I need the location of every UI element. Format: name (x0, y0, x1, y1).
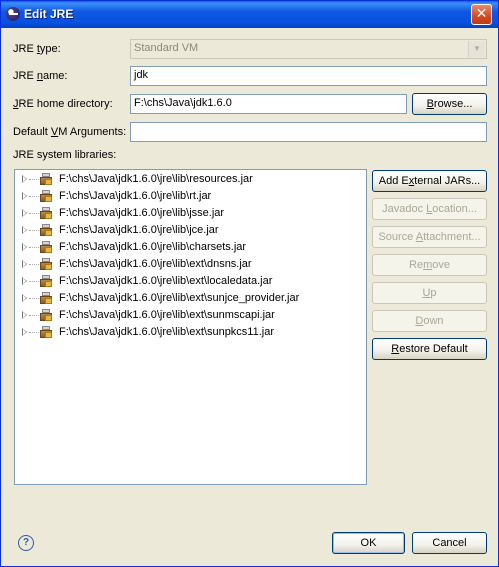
tree-connector (29, 230, 39, 231)
library-path: F:\chs\Java\jdk1.6.0\jre\lib\jce.jar (59, 224, 219, 236)
library-path: F:\chs\Java\jdk1.6.0\jre\lib\ext\localed… (59, 275, 273, 287)
jre-type-combo[interactable]: Standard VM ▼ (130, 39, 487, 59)
tree-expand-icon[interactable] (22, 311, 27, 319)
jre-type-value: Standard VM (134, 42, 199, 54)
help-icon[interactable]: ? (18, 535, 34, 551)
vm-arguments-field[interactable] (130, 122, 487, 142)
remove-button[interactable]: Remove (372, 254, 487, 276)
browse-button[interactable]: Browse... (412, 93, 487, 115)
vm-arguments-label: Default VM Arguments: (13, 126, 127, 138)
library-path: F:\chs\Java\jdk1.6.0\jre\lib\ext\sunmsca… (59, 309, 275, 321)
jar-library-icon (39, 274, 53, 288)
title-bar[interactable]: Edit JRE ✕ (1, 1, 498, 28)
tree-connector (29, 298, 39, 299)
tree-expand-icon[interactable] (22, 226, 27, 234)
chevron-down-icon: ▼ (468, 41, 485, 57)
source-attachment-button[interactable]: Source Attachment... (372, 226, 487, 248)
tree-expand-icon[interactable] (22, 328, 27, 336)
add-external-jars-button[interactable]: Add External JARs... (372, 170, 487, 192)
tree-expand-icon[interactable] (22, 260, 27, 268)
javadoc-location-button[interactable]: Javadoc Location... (372, 198, 487, 220)
jre-name-label: JRE name: (13, 70, 68, 82)
eclipse-icon (6, 7, 20, 21)
home-directory-label: JRE home directory: (13, 98, 113, 110)
library-path: F:\chs\Java\jdk1.6.0\jre\lib\jsse.jar (59, 207, 225, 219)
system-libraries-label: JRE system libraries: (13, 149, 117, 161)
jar-library-icon (39, 223, 53, 237)
tree-connector (29, 315, 39, 316)
tree-expand-icon[interactable] (22, 175, 27, 183)
jar-library-icon (39, 189, 53, 203)
window-title: Edit JRE (24, 7, 74, 21)
jar-library-icon (39, 206, 53, 220)
tree-connector (29, 247, 39, 248)
jar-library-icon (39, 257, 53, 271)
tree-expand-icon[interactable] (22, 209, 27, 217)
tree-connector (29, 213, 39, 214)
system-libraries-list[interactable]: F:\chs\Java\jdk1.6.0\jre\lib\resources.j… (14, 169, 367, 485)
tree-connector (29, 196, 39, 197)
jar-library-icon (39, 240, 53, 254)
up-button[interactable]: Up (372, 282, 487, 304)
jre-name-field[interactable]: jdk (130, 66, 487, 86)
restore-default-button[interactable]: Restore Default (372, 338, 487, 360)
tree-expand-icon[interactable] (22, 243, 27, 251)
edit-jre-dialog: Edit JRE ✕ JRE type: Standard VM ▼ JRE n… (0, 0, 499, 567)
library-path: F:\chs\Java\jdk1.6.0\jre\lib\ext\dnsns.j… (59, 258, 252, 270)
tree-expand-icon[interactable] (22, 294, 27, 302)
jar-library-icon (39, 308, 53, 322)
tree-connector (29, 332, 39, 333)
tree-expand-icon[interactable] (22, 277, 27, 285)
jar-library-icon (39, 325, 53, 339)
library-path: F:\chs\Java\jdk1.6.0\jre\lib\resources.j… (59, 173, 253, 185)
jre-type-label: JRE type: (13, 43, 61, 55)
close-button[interactable]: ✕ (471, 4, 492, 25)
tree-expand-icon[interactable] (22, 192, 27, 200)
tree-connector (29, 179, 39, 180)
tree-connector (29, 281, 39, 282)
home-directory-field[interactable]: F:\chs\Java\jdk1.6.0 (130, 94, 407, 114)
cancel-button[interactable]: Cancel (412, 532, 487, 554)
tree-connector (29, 264, 39, 265)
jar-library-icon (39, 291, 53, 305)
library-path: F:\chs\Java\jdk1.6.0\jre\lib\ext\sunpkcs… (59, 326, 275, 338)
jar-library-icon (39, 172, 53, 186)
library-path: F:\chs\Java\jdk1.6.0\jre\lib\ext\sunjce_… (59, 292, 300, 304)
library-path: F:\chs\Java\jdk1.6.0\jre\lib\rt.jar (59, 190, 212, 202)
library-path: F:\chs\Java\jdk1.6.0\jre\lib\charsets.ja… (59, 241, 247, 253)
ok-button[interactable]: OK (332, 532, 405, 554)
down-button[interactable]: Down (372, 310, 487, 332)
